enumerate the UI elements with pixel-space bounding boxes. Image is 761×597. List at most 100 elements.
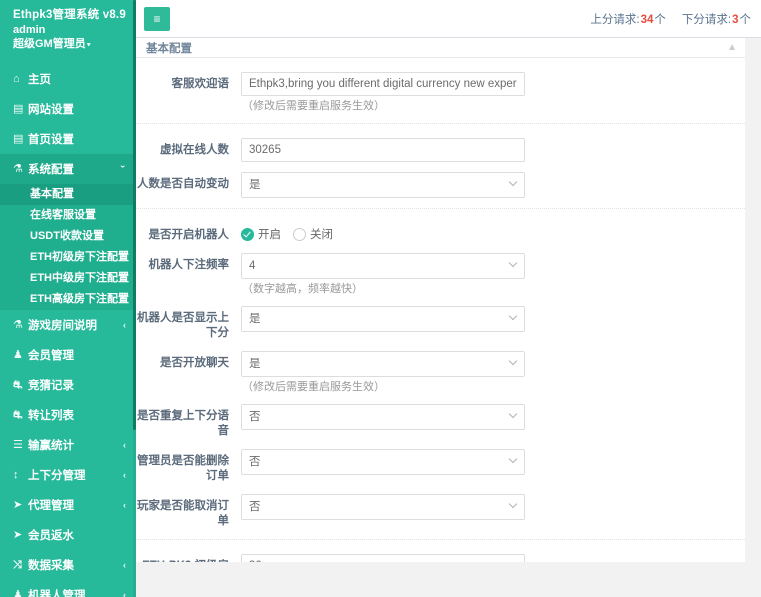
welcome-message-input[interactable]: [241, 72, 525, 96]
sidebar-link-homepage-settings[interactable]: ▤ 首页设置: [0, 124, 136, 154]
field-label: 虚拟在线人数: [160, 144, 229, 156]
up-score-request-label: 上分请求:: [590, 13, 640, 26]
field-control: 否: [241, 494, 525, 520]
sidebar-item-betting-records[interactable]: ⛐ 竞猜记录: [0, 370, 136, 400]
sidebar-item-win-loss-stats[interactable]: ☰ 输赢统计 ‹: [0, 430, 136, 460]
virtual-online-count-input[interactable]: [241, 138, 525, 162]
robot-show-score-select[interactable]: 是: [241, 306, 525, 332]
player-cancel-order-select[interactable]: 否: [241, 494, 525, 520]
radio-label: 开启: [258, 229, 281, 241]
sidebar-item-system-config[interactable]: ⚗ 系统配置 ‹ 基本配置 在线客服设置 USDT收款设置 ETH初级房下注配置…: [0, 154, 136, 310]
enable-robot-radio-group: 开启 关闭: [241, 223, 525, 242]
sidebar-link-data-collection[interactable]: ⤨ 数据采集 ‹: [0, 550, 136, 580]
sidebar-item-game-room-info[interactable]: ⚗ 游戏房间说明 ‹: [0, 310, 136, 340]
sidebar-subitem-label[interactable]: USDT收款设置: [0, 226, 136, 247]
enable-chat-select[interactable]: 是: [241, 351, 525, 377]
enable-robot-radio-off[interactable]: 关闭: [293, 226, 333, 242]
sidebar-link-betting-records[interactable]: ⛐ 竞猜记录: [0, 370, 136, 400]
shuffle-icon: ⤨: [13, 558, 22, 571]
form-row-virtual-online-count: 虚拟在线人数: [136, 123, 745, 162]
sidebar-item-label: 上下分管理: [28, 470, 86, 482]
sidebar-link-agent-management[interactable]: ➤ 代理管理 ‹: [0, 490, 136, 520]
radio-dot-icon: [241, 227, 254, 241]
home-icon: ⌂: [13, 72, 20, 85]
form-row-robot-bet-frequency: 机器人下注频率 4 （数字越高，频率越快）: [136, 253, 745, 296]
sidebar-item-agent-management[interactable]: ➤ 代理管理 ‹: [0, 490, 136, 520]
chevron-left-icon: ‹: [123, 470, 126, 480]
sidebar-item-home[interactable]: ⌂ 主页: [0, 64, 136, 94]
topbar: ≡ 上分请求:34个 下分请求:3个: [136, 0, 761, 38]
sidebar-subitem-label[interactable]: ETH初级房下注配置: [0, 247, 136, 268]
sidebar-subitem-label[interactable]: ETH中级房下注配置: [0, 268, 136, 289]
sidebar-link-robot-management[interactable]: ♟ 机器人管理 ‹: [0, 580, 136, 597]
sidebar-link-system-config[interactable]: ⚗ 系统配置 ‹: [0, 154, 136, 184]
menu-toggle-button[interactable]: ≡: [144, 6, 170, 31]
sidebar-subitem-label[interactable]: ETH高级房下注配置: [0, 289, 136, 310]
sidebar-item-label: 竞猜记录: [28, 380, 74, 392]
main-area: ≡ 上分请求:34个 下分请求:3个 基本配置 ▲ 客服欢迎语 Ethpk3,b…: [136, 0, 761, 597]
chevron-down-icon: ‹: [117, 165, 127, 168]
sidebar-item-robot-management[interactable]: ♟ 机器人管理 ‹: [0, 580, 136, 597]
sidebar-link-site-settings[interactable]: ▤ 网站设置: [0, 94, 136, 124]
player-cancel-order-select-wrap: 否: [241, 494, 525, 520]
brand-role[interactable]: 超级GM管理员▾: [13, 37, 136, 52]
chevron-left-icon: ‹: [123, 320, 126, 330]
sidebar-subitem-eth-basic-room[interactable]: ETH初级房下注配置: [0, 247, 136, 268]
page-title: 基本配置: [146, 42, 192, 55]
sidebar-subitem-basic-config[interactable]: 基本配置: [0, 184, 136, 205]
sidebar-link-win-loss-stats[interactable]: ☰ 输赢统计 ‹: [0, 430, 136, 460]
hamburger-icon: ≡: [153, 11, 161, 26]
down-score-request-label: 下分请求:: [681, 13, 732, 26]
down-score-request-unit: 个: [739, 13, 752, 26]
sidebar-subitem-label[interactable]: 基本配置: [0, 184, 136, 205]
chevron-left-icon: ‹: [123, 500, 126, 510]
form-row-robot-show-score: 机器人是否显示上下分 是: [136, 306, 745, 341]
repeat-score-voice-select[interactable]: 否: [241, 404, 525, 430]
field-label: 是否重复上下分语音: [137, 410, 229, 437]
sidebar-subitem-online-support[interactable]: 在线客服设置: [0, 205, 136, 226]
sidebar-item-data-collection[interactable]: ⤨ 数据采集 ‹: [0, 550, 136, 580]
car-icon: ⛐: [13, 408, 23, 421]
sidebar-link-home[interactable]: ⌂ 主页: [0, 64, 136, 94]
sidebar-link-score-management[interactable]: ↕ 上下分管理 ‹: [0, 460, 136, 490]
bar-chart-icon: ☰: [13, 438, 23, 451]
sidebar-item-label: 会员管理: [28, 350, 74, 362]
panel-header: 基本配置 ▲: [136, 38, 745, 58]
sidebar-item-label: 机器人管理: [28, 590, 86, 597]
repeat-score-voice-select-wrap: 否: [241, 404, 525, 430]
sidebar-link-member-rebate[interactable]: ➤ 会员返水: [0, 520, 136, 550]
sidebar-item-member-rebate[interactable]: ➤ 会员返水: [0, 520, 136, 550]
sidebar-subitem-eth-high-room[interactable]: ETH高级房下注配置: [0, 289, 136, 310]
sidebar-subitem-label[interactable]: 在线客服设置: [0, 205, 136, 226]
auto-fluctuate-select[interactable]: 是: [241, 172, 525, 198]
enable-robot-radio-on[interactable]: 开启: [241, 226, 281, 242]
sidebar-subitem-eth-mid-room[interactable]: ETH中级房下注配置: [0, 268, 136, 289]
sidebar-link-game-room-info[interactable]: ⚗ 游戏房间说明 ‹: [0, 310, 136, 340]
sidebar-item-homepage-settings[interactable]: ▤ 首页设置: [0, 124, 136, 154]
page-bottom-spacer: [136, 562, 761, 597]
down-score-request-count: 3: [732, 13, 739, 26]
field-label: 管理员是否能删除订单: [137, 455, 229, 482]
sidebar-item-transfer-list[interactable]: ⛐ 转让列表: [0, 400, 136, 430]
user-icon: ♟: [13, 348, 23, 361]
down-score-request-badge[interactable]: 下分请求:3个: [682, 11, 751, 27]
form-row-welcome-message: 客服欢迎语 （修改后需要重启服务生效）: [136, 72, 745, 113]
send-icon: ➤: [13, 498, 23, 511]
sidebar-item-label: 会员返水: [28, 530, 74, 542]
sidebar-link-member-management[interactable]: ♟ 会员管理: [0, 340, 136, 370]
form-row-player-cancel-order: 玩家是否能取消订单 否: [136, 494, 745, 529]
sidebar-subitem-usdt-payment[interactable]: USDT收款设置: [0, 226, 136, 247]
sidebar-item-score-management[interactable]: ↕ 上下分管理 ‹: [0, 460, 136, 490]
sidebar-item-site-settings[interactable]: ▤ 网站设置: [0, 94, 136, 124]
form-row-enable-robot: 是否开启机器人 开启 关闭: [136, 208, 745, 243]
chevron-up-icon[interactable]: ▲: [727, 42, 737, 53]
field-label: 是否开启机器人: [148, 229, 230, 241]
field-help-text: （修改后需要重启服务生效）: [242, 100, 385, 112]
admin-delete-order-select[interactable]: 否: [241, 449, 525, 475]
robot-bet-frequency-select[interactable]: 4: [241, 253, 525, 279]
sidebar-scroll-area: Ethpk3管理系统 v8.9 admin 超级GM管理员▾ ⌂ 主页 ▤ 网站…: [0, 0, 136, 597]
sidebar-item-member-management[interactable]: ♟ 会员管理: [0, 340, 136, 370]
sidebar-link-transfer-list[interactable]: ⛐ 转让列表: [0, 400, 136, 430]
up-score-request-badge[interactable]: 上分请求:34个: [590, 11, 666, 27]
basic-config-panel: 基本配置 ▲ 客服欢迎语 （修改后需要重启服务生效） 虚拟在线人数: [136, 38, 745, 597]
